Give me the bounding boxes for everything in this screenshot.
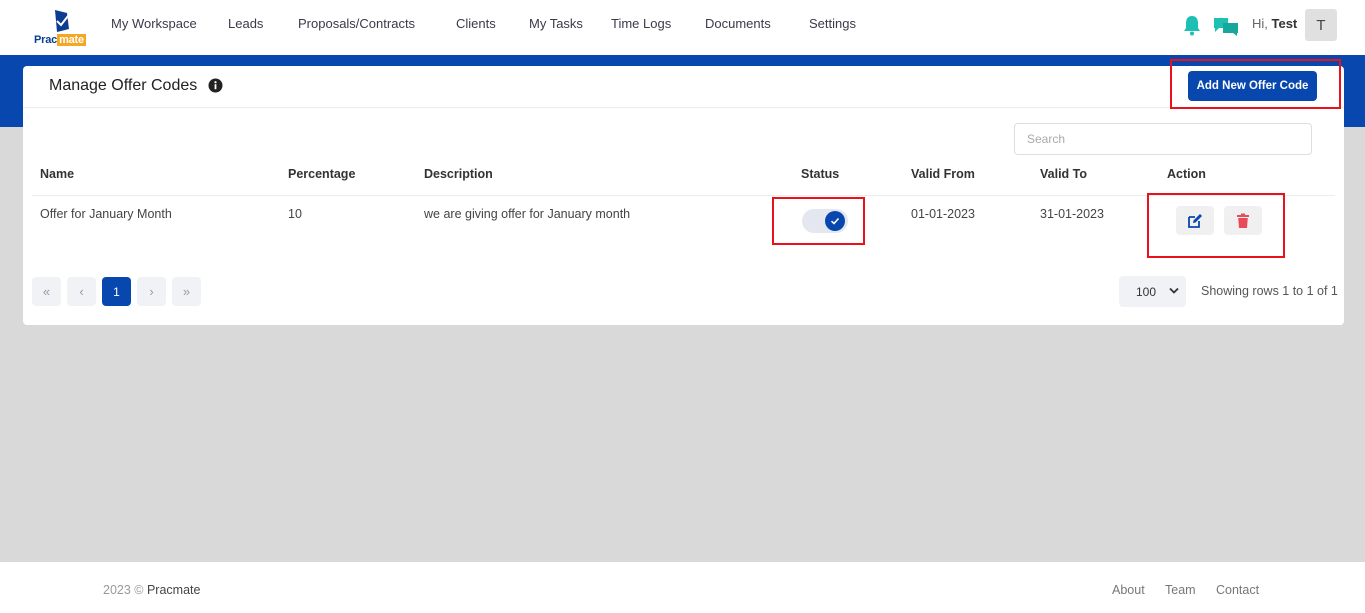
column-header-description[interactable]: Description	[424, 167, 493, 181]
cell-percentage: 10	[288, 207, 302, 221]
nav-documents[interactable]: Documents	[705, 16, 771, 31]
nav-settings[interactable]: Settings	[809, 16, 856, 31]
nav-leads[interactable]: Leads	[228, 16, 263, 31]
page-1-button[interactable]: 1	[102, 277, 131, 306]
showing-rows-text: Showing rows 1 to 1 of 1	[1201, 284, 1338, 298]
column-header-percentage[interactable]: Percentage	[288, 167, 355, 181]
header-divider	[32, 195, 1335, 196]
rows-per-page-value: 100	[1136, 284, 1157, 299]
last-page-button[interactable]: »	[172, 277, 201, 306]
chevron-down-icon	[1169, 287, 1179, 294]
add-new-offer-code-button[interactable]: Add New Offer Code	[1188, 71, 1317, 101]
column-header-action: Action	[1167, 167, 1206, 181]
nav-my-tasks[interactable]: My Tasks	[529, 16, 583, 31]
nav-my-workspace[interactable]: My Workspace	[111, 16, 197, 31]
chat-icon[interactable]	[1213, 15, 1239, 37]
check-icon	[830, 217, 840, 225]
delete-button[interactable]	[1224, 206, 1262, 235]
footer-link-about[interactable]: About	[1112, 583, 1145, 597]
bell-icon[interactable]	[1181, 14, 1203, 36]
next-page-button[interactable]: ›	[137, 277, 166, 306]
column-header-valid-from[interactable]: Valid From	[911, 167, 975, 181]
footer: 2023 © Pracmate About Team Contact	[0, 562, 1365, 613]
logo-mark-icon	[55, 10, 69, 32]
footer-link-team[interactable]: Team	[1165, 583, 1196, 597]
cell-name: Offer for January Month	[40, 207, 172, 221]
edit-icon	[1188, 214, 1202, 228]
cell-description: we are giving offer for January month	[424, 207, 631, 221]
pracmate-logo[interactable]: Prac mate	[34, 9, 92, 47]
card-header: Manage Offer Codes Add New Offer Code	[23, 66, 1344, 108]
toggle-knob	[825, 211, 845, 231]
logo-text: Prac mate	[34, 34, 86, 46]
page-title: Manage Offer Codes	[49, 77, 198, 94]
column-header-valid-to[interactable]: Valid To	[1040, 167, 1087, 181]
edit-button[interactable]	[1176, 206, 1214, 235]
nav-time-logs[interactable]: Time Logs	[611, 16, 671, 31]
offer-codes-card: Manage Offer Codes Add New Offer Code Na…	[23, 66, 1344, 325]
trash-icon	[1237, 213, 1249, 228]
cell-valid-to: 31-01-2023	[1040, 207, 1104, 221]
nav-proposals-contracts[interactable]: Proposals/Contracts	[298, 16, 415, 31]
search-input[interactable]	[1014, 123, 1312, 155]
column-header-name[interactable]: Name	[40, 167, 74, 181]
footer-link-contact[interactable]: Contact	[1216, 583, 1259, 597]
cell-valid-from: 01-01-2023	[911, 207, 975, 221]
user-avatar[interactable]: T	[1305, 9, 1337, 41]
status-toggle[interactable]	[802, 209, 848, 233]
column-header-status[interactable]: Status	[801, 167, 839, 181]
prev-page-button[interactable]: ‹	[67, 277, 96, 306]
copyright: 2023 © Pracmate	[103, 583, 201, 597]
info-icon[interactable]	[208, 78, 223, 93]
first-page-button[interactable]: «	[32, 277, 61, 306]
rows-per-page-select[interactable]: 100	[1119, 276, 1186, 307]
user-greeting: Hi, Test	[1252, 16, 1298, 31]
top-navbar: Prac mate My Workspace Leads Proposals/Co…	[0, 0, 1365, 55]
nav-clients[interactable]: Clients	[456, 16, 496, 31]
